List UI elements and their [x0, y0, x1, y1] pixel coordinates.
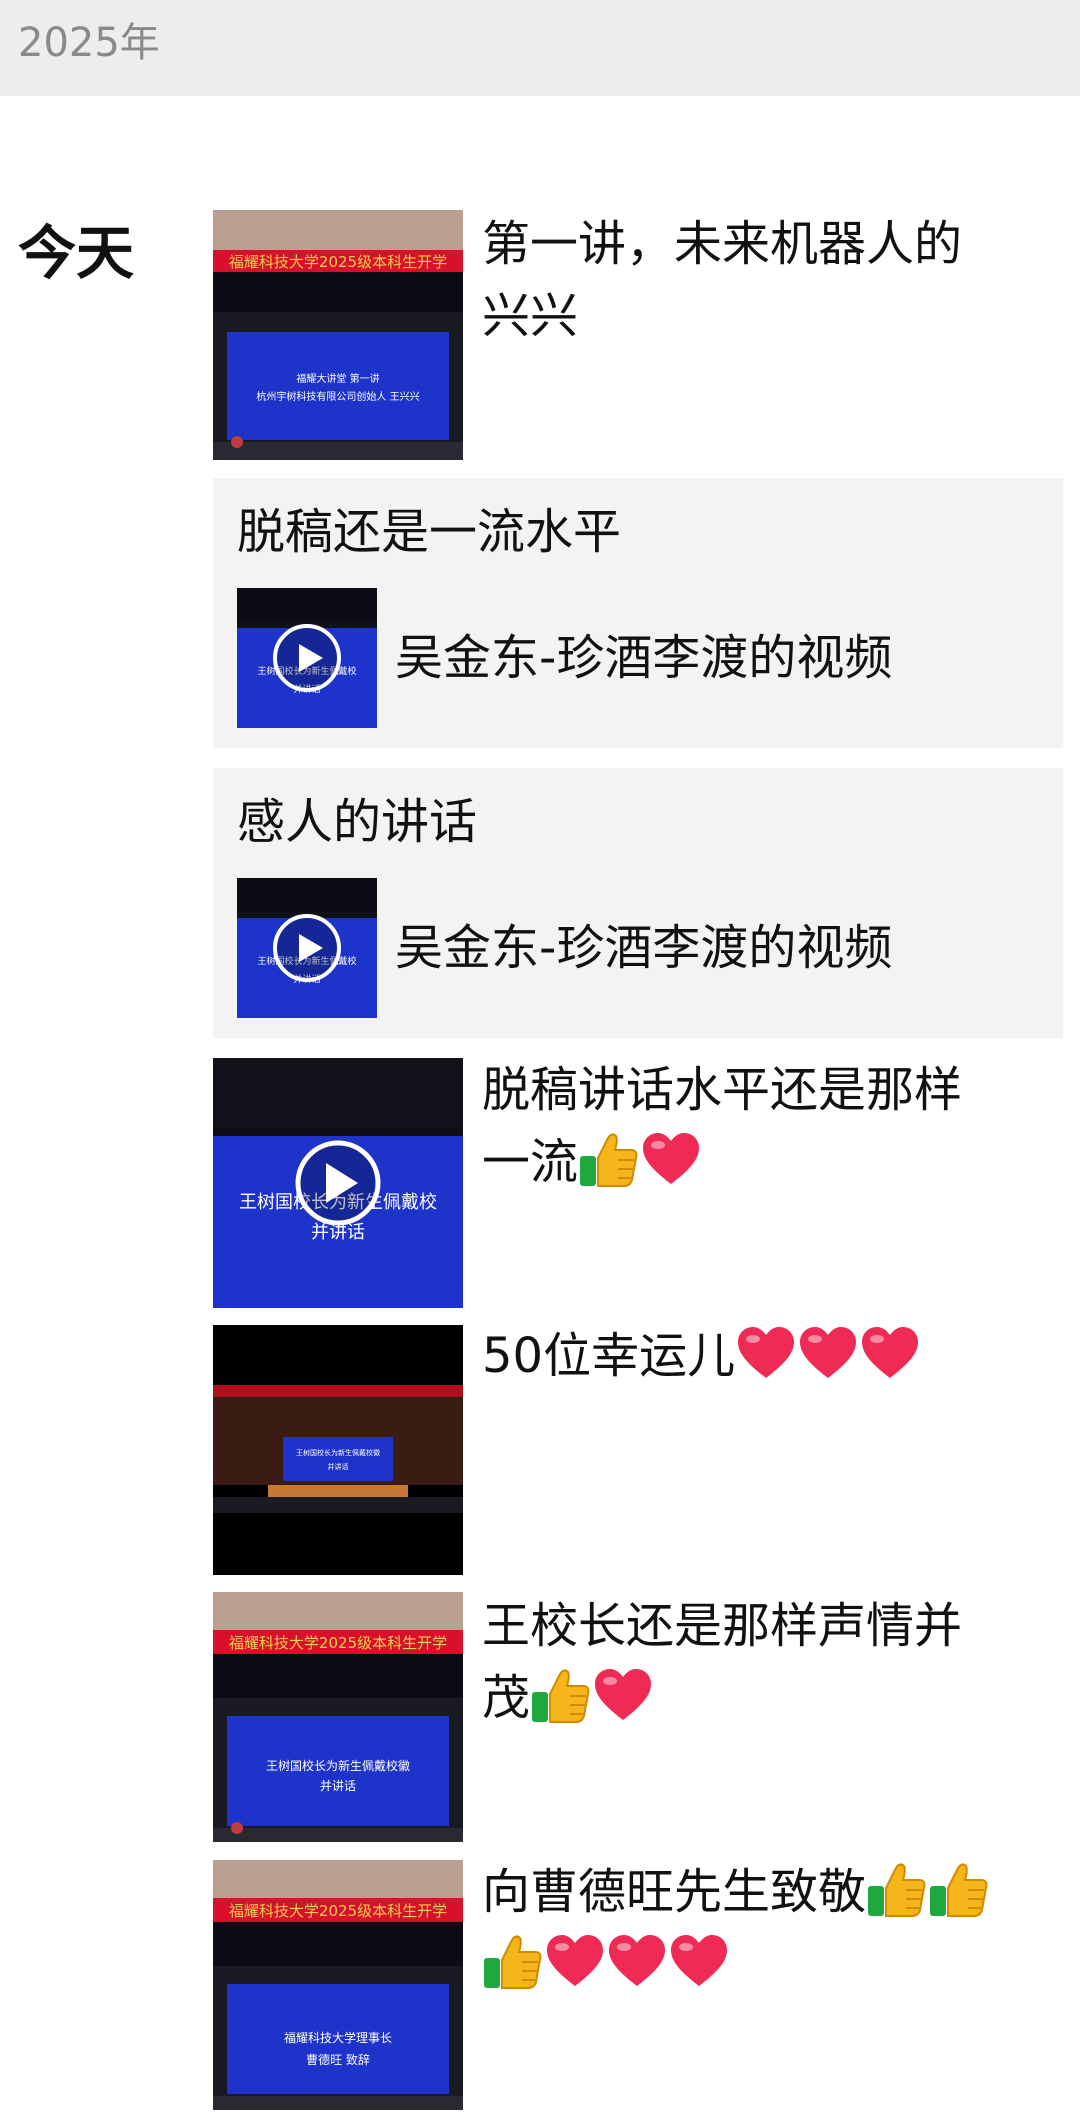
heart-emoji: [735, 1324, 797, 1382]
post-caption[interactable]: 50位幸运儿: [482, 1320, 1042, 1392]
heart-emoji: [668, 1932, 730, 1990]
stage-video-frame: 王树国校长为新生佩戴校 并讲话: [237, 878, 377, 1018]
video-thumbnail[interactable]: 王树国校长为新生佩戴校 并讲话: [237, 878, 377, 1018]
post-thumbnail[interactable]: 王树国校长为新生佩戴校徽 并讲话: [213, 1325, 463, 1575]
day-label: 今天: [18, 219, 135, 287]
share-caption: 感人的讲话: [237, 794, 478, 850]
thumb-subtitle-text: 并讲话: [328, 1462, 349, 1471]
share-title: 吴金东-珍酒李渡的视频: [395, 920, 893, 976]
play-icon[interactable]: [273, 624, 341, 692]
video-thumbnail[interactable]: 王树国校长为新生佩戴校 并讲话: [237, 588, 377, 728]
caption-line: 兴兴: [482, 288, 579, 344]
caption-line: 王校长还是那样声情并: [482, 1598, 963, 1654]
heart-emoji: [606, 1932, 668, 1990]
heart-emoji: [859, 1324, 921, 1382]
play-icon[interactable]: [295, 1140, 381, 1226]
svg-text:福耀科技大学2025级本科生开学: 福耀科技大学2025级本科生开学: [229, 1902, 447, 1920]
thumb-banner-text: 王树国校长为新生佩戴校徽: [266, 1758, 410, 1773]
caption-line: 第一讲，未来机器人的: [482, 216, 963, 272]
thumbs-up-emoji: [866, 1860, 928, 1918]
shared-video-card[interactable]: 脱稿还是一流水平 王树国校长为新生佩戴校 并讲话 吴金东-珍酒李渡的视频: [213, 478, 1063, 748]
caption-line: 脱稿讲话水平还是那样: [482, 1062, 963, 1118]
stage-photo: 福耀科技大学2025级本科生开学 福耀科技大学理事长 曹德旺 致辞: [213, 1860, 463, 2110]
heart-emoji: [592, 1666, 654, 1724]
post-thumbnail[interactable]: 福耀科技大学2025级本科生开学 王树国校长为新生佩戴校徽 并讲话: [213, 1592, 463, 1842]
stage-video-frame: 王树国校长为新生佩戴校徽 并讲话: [213, 1325, 463, 1575]
post-caption[interactable]: 第一讲，未来机器人的 兴兴: [482, 208, 1042, 352]
caption-line: 50位幸运儿: [482, 1328, 736, 1384]
year-label: 2025年: [18, 20, 160, 66]
play-icon[interactable]: [273, 914, 341, 982]
share-caption: 脱稿还是一流水平: [237, 504, 622, 560]
heart-emoji: [797, 1324, 859, 1382]
svg-text:福耀科技大学2025级本科生开学: 福耀科技大学2025级本科生开学: [229, 1634, 447, 1652]
svg-text:福耀科技大学2025级本科生开学: 福耀科技大学2025级本科生开学: [229, 253, 447, 271]
post-caption[interactable]: 王校长还是那样声情并 茂: [482, 1590, 1042, 1734]
heart-emoji: [544, 1932, 606, 1990]
post-thumbnail[interactable]: 王树国校长为新生佩戴校 并讲话: [213, 1058, 463, 1308]
thumb-subtitle-text: 并讲话: [320, 1778, 356, 1793]
thumbs-up-emoji: [530, 1666, 592, 1724]
stage-video-frame: 王树国校长为新生佩戴校 并讲话: [213, 1058, 463, 1308]
caption-line: 向曹德旺先生致敬: [482, 1864, 867, 1920]
post-caption[interactable]: 脱稿讲话水平还是那样 一流: [482, 1054, 1042, 1198]
thumbs-up-emoji: [578, 1130, 640, 1188]
share-title: 吴金东-珍酒李渡的视频: [395, 630, 893, 686]
thumb-subtitle-text: 曹德旺 致辞: [306, 2052, 370, 2067]
thumbs-up-emoji: [482, 1932, 544, 1990]
stage-photo: 福耀科技大学2025级本科生开学 福耀大讲堂 第一讲 杭州宇树科技有限公司创始人…: [213, 210, 463, 460]
caption-line: 一流: [482, 1134, 579, 1190]
year-header: 2025年: [0, 0, 1080, 96]
heart-emoji: [640, 1130, 702, 1188]
thumb-banner-text: 福耀科技大学理事长: [284, 2030, 392, 2045]
shared-video-card[interactable]: 感人的讲话 王树国校长为新生佩戴校 并讲话 吴金东-珍酒李渡的视频: [213, 768, 1063, 1038]
thumb-banner-text: 福耀大讲堂 第一讲: [296, 372, 379, 385]
stage-video-frame: 王树国校长为新生佩戴校 并讲话: [237, 588, 377, 728]
post-thumbnail[interactable]: 福耀科技大学2025级本科生开学 福耀科技大学理事长 曹德旺 致辞: [213, 1860, 463, 2110]
post-thumbnail[interactable]: 福耀科技大学2025级本科生开学 福耀大讲堂 第一讲 杭州宇树科技有限公司创始人…: [213, 210, 463, 460]
stage-photo: 福耀科技大学2025级本科生开学 王树国校长为新生佩戴校徽 并讲话: [213, 1592, 463, 1842]
caption-line: 茂: [482, 1670, 531, 1726]
thumb-banner-text: 王树国校长为新生佩戴校徽: [296, 1448, 380, 1457]
thumbs-up-emoji: [928, 1860, 990, 1918]
post-caption[interactable]: 向曹德旺先生致敬: [482, 1856, 1042, 2000]
thumb-subtitle-text: 杭州宇树科技有限公司创始人 王兴兴: [256, 390, 419, 403]
